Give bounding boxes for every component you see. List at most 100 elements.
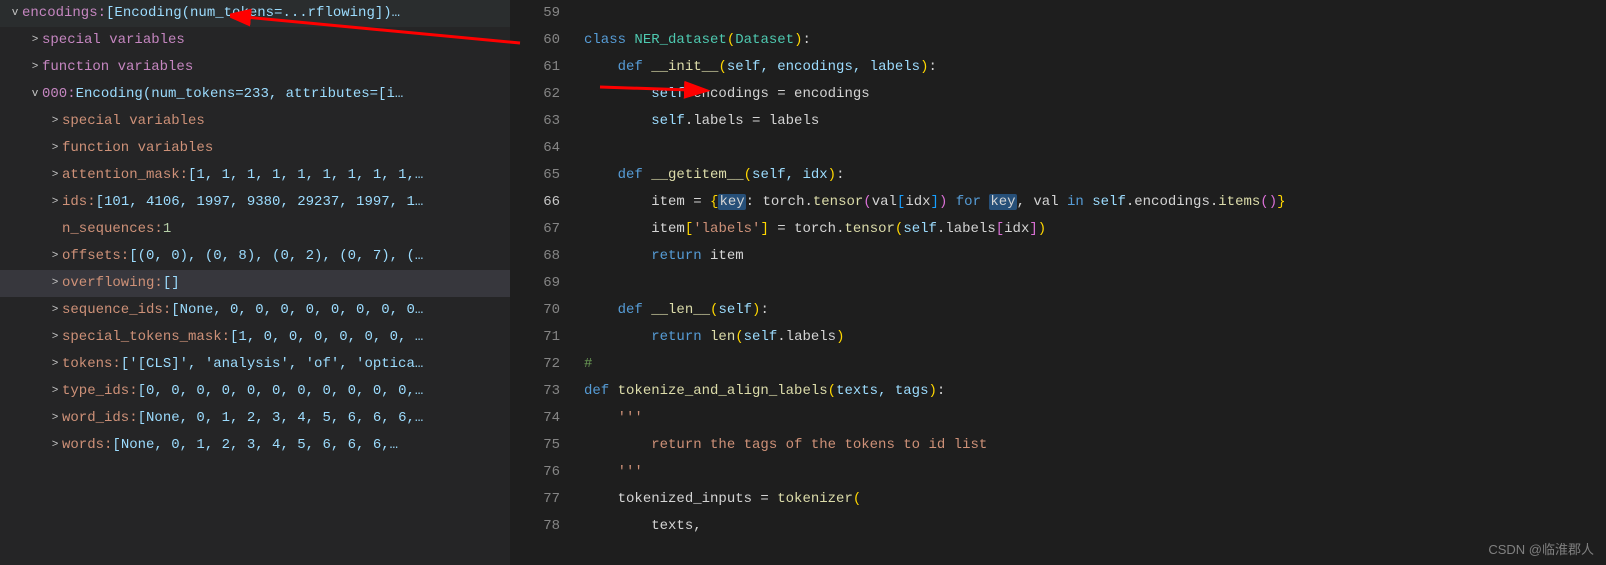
var-value: [Encoding(num_tokens=...rflowing])…: [106, 3, 400, 24]
var-label: attention_mask:: [62, 165, 188, 186]
var-row[interactable]: >special variables: [0, 27, 510, 54]
line-number: 72: [510, 351, 560, 378]
line-number: 63: [510, 108, 560, 135]
watermark: CSDN @临淮郡人: [1488, 540, 1594, 560]
line-number: 75: [510, 432, 560, 459]
cls: NER_dataset: [634, 32, 726, 48]
line-number: 61: [510, 54, 560, 81]
kw: def: [618, 59, 652, 75]
chevron-right-icon: >: [48, 383, 62, 400]
line-number: 59: [510, 0, 560, 27]
params: self, encodings, labels: [727, 59, 920, 75]
var-entry-000[interactable]: v 000: Encoding(num_tokens=233, attribut…: [0, 81, 510, 108]
chevron-right-icon: >: [48, 140, 62, 157]
line-number: 74: [510, 405, 560, 432]
str: ''': [618, 410, 643, 426]
fn: __getitem__: [651, 167, 743, 183]
var-row[interactable]: n_sequences: 1: [0, 216, 510, 243]
line-number: 73: [510, 378, 560, 405]
kw: class: [584, 32, 634, 48]
kw: return: [651, 329, 710, 345]
chevron-right-icon: >: [48, 302, 62, 319]
chevron-down-icon: v: [8, 5, 22, 22]
var-row[interactable]: >words: [None, 0, 1, 2, 3, 4, 5, 6, 6, 6…: [0, 432, 510, 459]
var-value: [101, 4106, 1997, 9380, 29237, 1997, 1…: [96, 192, 424, 213]
chevron-right-icon: >: [48, 275, 62, 292]
line-number: 60: [510, 27, 560, 54]
line-number: 68: [510, 243, 560, 270]
var-row[interactable]: >function variables: [0, 54, 510, 81]
var-row[interactable]: >sequence_ids: [None, 0, 0, 0, 0, 0, 0, …: [0, 297, 510, 324]
var-label: overflowing:: [62, 273, 163, 294]
var-row[interactable]: >overflowing: []: [0, 270, 510, 297]
var-encodings[interactable]: v encodings: [Encoding(num_tokens=...rfl…: [0, 0, 510, 27]
line-number: 66: [510, 189, 560, 216]
line-number: 64: [510, 135, 560, 162]
chevron-right-icon: >: [48, 248, 62, 265]
var-value: []: [163, 273, 180, 294]
var-label: special_tokens_mask:: [62, 327, 230, 348]
cmt: #: [584, 356, 592, 372]
var-row[interactable]: >function variables: [0, 135, 510, 162]
txt: item: [710, 248, 744, 264]
var-value: [1, 1, 1, 1, 1, 1, 1, 1, 1,…: [188, 165, 423, 186]
var-label: tokens:: [62, 354, 121, 375]
line-number: 77: [510, 486, 560, 513]
line-number: 71: [510, 324, 560, 351]
var-label: sequence_ids:: [62, 300, 171, 321]
var-value: [None, 0, 1, 2, 3, 4, 5, 6, 6, 6,…: [112, 435, 398, 456]
chevron-right-icon: >: [48, 113, 62, 130]
var-label: function variables: [62, 138, 213, 159]
var-value: [(0, 0), (0, 8), (0, 2), (0, 7), (…: [129, 246, 423, 267]
kw: for: [947, 194, 989, 210]
var-row[interactable]: >special variables: [0, 108, 510, 135]
var-label: 000:: [42, 84, 76, 105]
var-row[interactable]: >tokens: ['[CLS]', 'analysis', 'of', 'op…: [0, 351, 510, 378]
var-label: type_ids:: [62, 381, 138, 402]
line-number: 65: [510, 162, 560, 189]
var-label: special variables: [42, 30, 185, 51]
var-value: [0, 0, 0, 0, 0, 0, 0, 0, 0, 0, 0,…: [138, 381, 424, 402]
line-number: 76: [510, 459, 560, 486]
chevron-right-icon: >: [48, 356, 62, 373]
kw: def: [584, 383, 618, 399]
str: return the tags of the tokens to id list: [651, 437, 987, 453]
chevron-right-icon: >: [28, 32, 42, 49]
line-number: 69: [510, 270, 560, 297]
chevron-right-icon: >: [28, 59, 42, 76]
var-row[interactable]: >word_ids: [None, 0, 1, 2, 3, 4, 5, 6, 6…: [0, 405, 510, 432]
var-value: 1: [163, 219, 171, 240]
var-label: word_ids:: [62, 408, 138, 429]
params: self, idx: [752, 167, 828, 183]
chevron-right-icon: >: [48, 410, 62, 427]
line-number: 67: [510, 216, 560, 243]
chevron-down-icon: v: [28, 86, 42, 103]
var-row[interactable]: >type_ids: [0, 0, 0, 0, 0, 0, 0, 0, 0, 0…: [0, 378, 510, 405]
var-row[interactable]: >attention_mask: [1, 1, 1, 1, 1, 1, 1, 1…: [0, 162, 510, 189]
code-area[interactable]: class NER_dataset(Dataset): def __init__…: [580, 0, 1606, 565]
hl: key: [718, 194, 745, 210]
chevron-right-icon: >: [48, 167, 62, 184]
fn: __len__: [651, 302, 710, 318]
chevron-right-icon: >: [48, 194, 62, 211]
params: texts, tags: [836, 383, 928, 399]
var-row[interactable]: >ids: [101, 4106, 1997, 9380, 29237, 199…: [0, 189, 510, 216]
line-number: 78: [510, 513, 560, 540]
cls: Dataset: [735, 32, 794, 48]
var-label: function variables: [42, 57, 193, 78]
var-value: Encoding(num_tokens=233, attributes=[i…: [76, 84, 404, 105]
txt: , val: [1017, 194, 1067, 210]
var-label: special variables: [62, 111, 205, 132]
debug-variables-panel[interactable]: v encodings: [Encoding(num_tokens=...rfl…: [0, 0, 510, 565]
var-row[interactable]: >offsets: [(0, 0), (0, 8), (0, 2), (0, 7…: [0, 243, 510, 270]
line-number: 62: [510, 81, 560, 108]
fn: len: [710, 329, 735, 345]
str: ''': [618, 464, 643, 480]
txt: texts,: [651, 518, 701, 534]
var-label: words:: [62, 435, 112, 456]
var-value: [None, 0, 1, 2, 3, 4, 5, 6, 6, 6,…: [138, 408, 424, 429]
fn: tokenize_and_align_labels: [618, 383, 828, 399]
var-value: [1, 0, 0, 0, 0, 0, 0, …: [230, 327, 423, 348]
var-row[interactable]: >special_tokens_mask: [1, 0, 0, 0, 0, 0,…: [0, 324, 510, 351]
code-editor[interactable]: 5960616263646566676869707172737475767778…: [510, 0, 1606, 565]
